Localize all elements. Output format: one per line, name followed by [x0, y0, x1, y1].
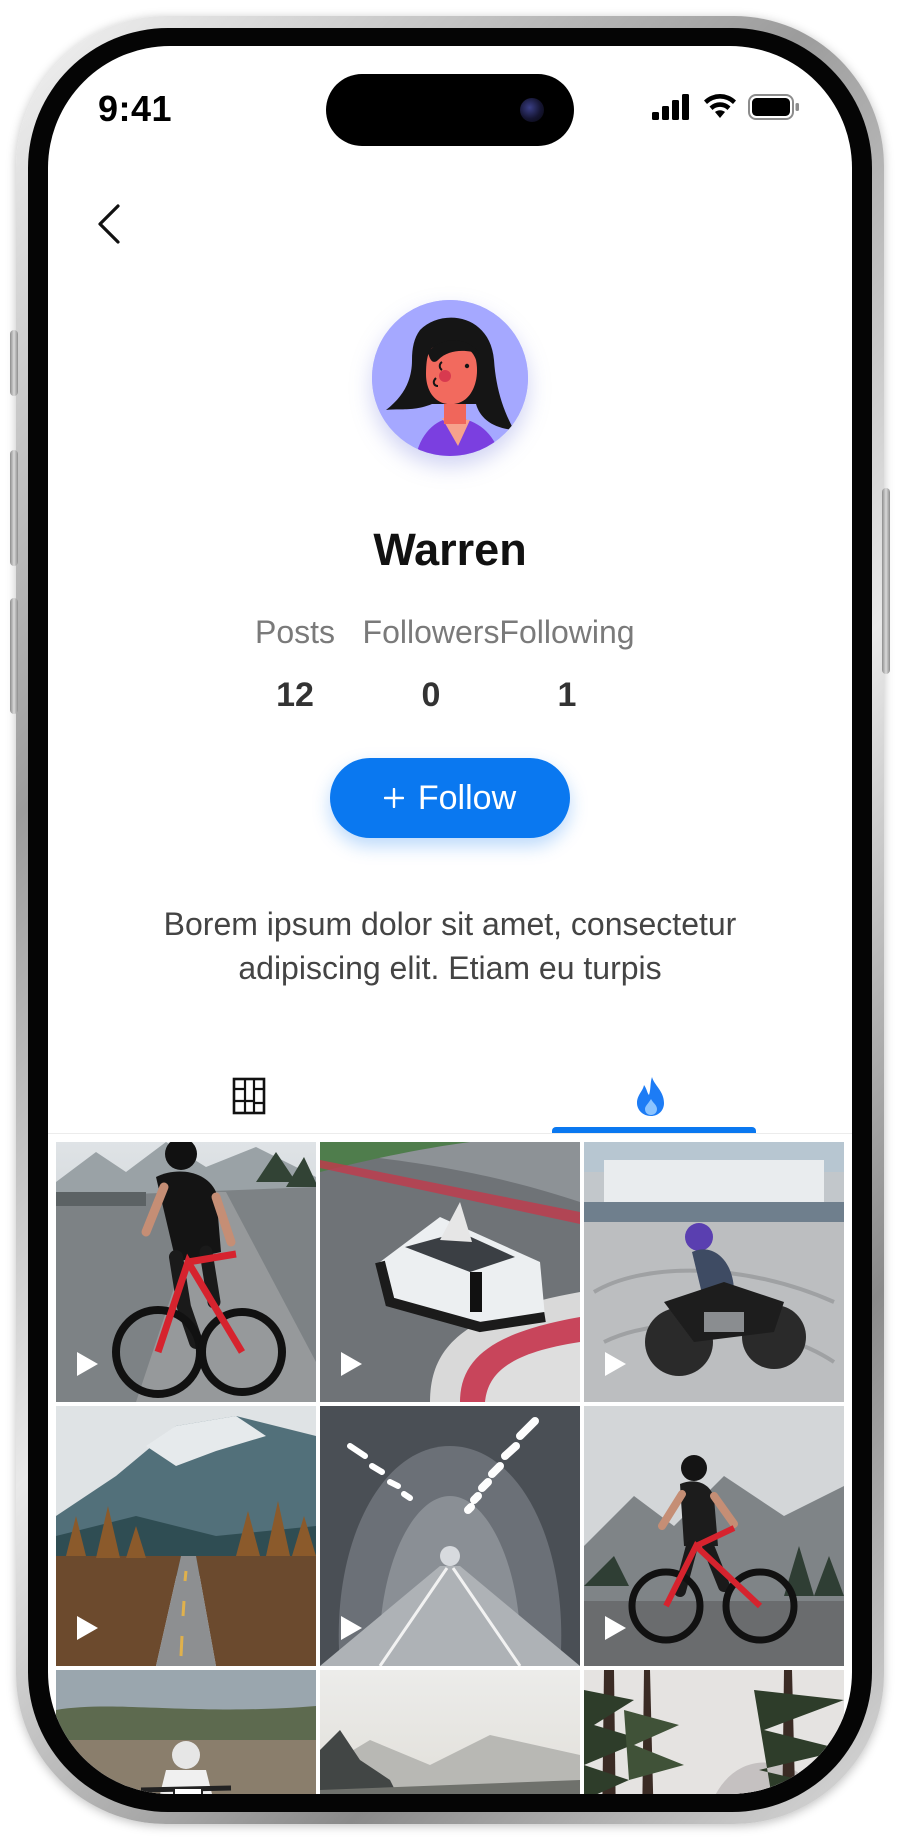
profile-name: Warren	[373, 524, 527, 575]
media-tile[interactable]	[56, 1670, 316, 1794]
plus-icon	[383, 788, 404, 808]
dirt-bike-thumbnail	[56, 1670, 316, 1794]
media-tile[interactable]	[584, 1406, 844, 1666]
stat-value-following[interactable]: 1	[482, 676, 652, 715]
tab-trending[interactable]	[450, 1056, 852, 1136]
media-tile[interactable]	[584, 1142, 844, 1402]
media-tile[interactable]	[320, 1670, 580, 1794]
media-tile[interactable]	[320, 1406, 580, 1666]
media-tile[interactable]	[56, 1142, 316, 1402]
play-icon	[77, 1352, 98, 1376]
wifi-icon	[704, 94, 736, 118]
follow-label: Follow	[417, 778, 517, 817]
power-button	[882, 488, 890, 674]
stat-label-following: Following	[499, 614, 635, 650]
play-icon	[605, 1352, 626, 1376]
play-icon	[341, 1352, 362, 1376]
flame-icon	[637, 1077, 664, 1116]
misty-valley-thumbnail	[320, 1670, 580, 1794]
volume-up-button	[10, 450, 18, 566]
dynamic-island	[326, 74, 574, 146]
follow-button[interactable]: Follow	[330, 758, 570, 838]
profile-bio: Borem ipsum dolor sit amet, consectetur …	[163, 906, 737, 986]
app-screen: 9:41 Warren Posts Followers Following 12…	[48, 46, 852, 1794]
signal-icon	[652, 94, 689, 120]
play-icon	[341, 1616, 362, 1640]
misty-forest-thumbnail	[584, 1670, 844, 1794]
status-time: 9:41	[98, 88, 173, 129]
avatar	[372, 300, 528, 456]
play-icon	[605, 1616, 626, 1640]
avatar-illustration	[372, 300, 528, 456]
play-icon	[77, 1616, 98, 1640]
media-tile[interactable]	[320, 1142, 580, 1402]
tab-grid[interactable]	[48, 1056, 450, 1136]
chevron-left-icon	[98, 204, 120, 244]
grid-layout-icon	[232, 1077, 266, 1115]
camera-icon	[520, 98, 544, 122]
status-icons	[652, 94, 800, 120]
media-grid	[56, 1142, 844, 1794]
volume-down-button	[10, 598, 18, 714]
media-tile[interactable]	[56, 1406, 316, 1666]
tab-divider	[48, 1133, 852, 1134]
battery-icon	[748, 94, 799, 120]
action-button	[10, 330, 18, 396]
back-button[interactable]	[84, 198, 136, 250]
media-tile[interactable]	[584, 1670, 844, 1794]
